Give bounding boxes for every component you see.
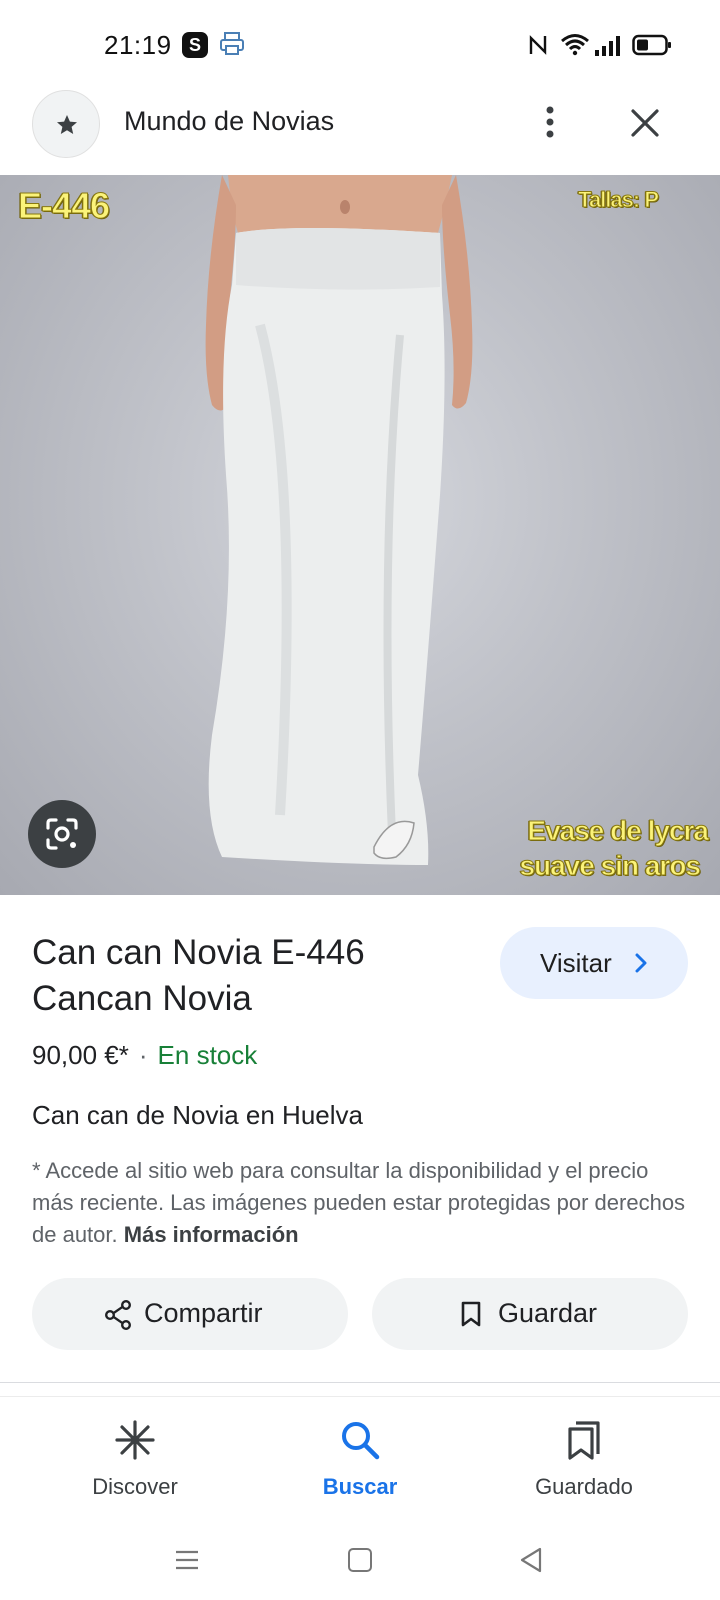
star-icon [57, 115, 77, 134]
visit-button[interactable]: Visitar [500, 927, 688, 999]
battery-icon [632, 34, 671, 56]
image-overlay-desc-line2: suave sin aros [519, 850, 702, 882]
page-header: Mundo de Novias [0, 88, 720, 174]
back-icon[interactable] [518, 1546, 544, 1574]
site-favicon[interactable] [32, 90, 100, 158]
product-image[interactable]: E-446 Tallas: P Evase de lycra suave sin… [0, 175, 720, 895]
nav-label-saved: Guardado [535, 1474, 633, 1499]
save-button-label: Guardar [498, 1298, 598, 1328]
separator-dot: · [138, 1040, 148, 1070]
save-button[interactable]: Guardar [372, 1278, 688, 1350]
nav-item-saved[interactable]: Guardado [484, 1418, 684, 1508]
home-icon[interactable] [348, 1548, 372, 1572]
site-title: Mundo de Novias [124, 106, 335, 136]
disclaimer-text: * Accede al sitio web para consultar la … [32, 1155, 692, 1251]
signal-icon [595, 36, 620, 56]
chevron-right-icon [635, 953, 647, 973]
product-photo-illustration [205, 175, 473, 865]
lens-camera-icon [46, 818, 78, 850]
content-divider [0, 1382, 720, 1383]
product-subtitle: Can can de Novia en Huelva [32, 1100, 363, 1130]
nfc-icon [529, 35, 547, 55]
availability-status: En stock [157, 1040, 258, 1070]
product-title[interactable]: Can can Novia E-446 Cancan Novia [32, 930, 472, 1022]
share-button[interactable]: Compartir [32, 1278, 348, 1350]
status-bar: 21:19 S [0, 0, 720, 88]
search-icon [342, 1422, 380, 1460]
recent-apps-icon[interactable] [174, 1548, 200, 1572]
saved-collections-icon [568, 1421, 600, 1460]
app-notification-icon: S [182, 32, 208, 58]
nav-item-discover[interactable]: Discover [35, 1418, 235, 1508]
nav-item-search[interactable]: Buscar [260, 1418, 460, 1508]
more-options-icon[interactable] [536, 102, 564, 142]
system-navigation-bar [0, 1520, 720, 1600]
price-row: 90,00 €* · En stock [32, 1040, 257, 1071]
bookmark-icon [461, 1301, 481, 1327]
image-overlay-desc-line1: Evase de lycra [527, 815, 710, 847]
price: 90,00 €* [32, 1040, 129, 1070]
print-icon [220, 32, 244, 55]
screen: 21:19 S Mundo de Novias E-446 Tallas: P … [0, 0, 720, 1600]
share-icon [105, 1300, 132, 1330]
status-time: 21:19 [104, 30, 172, 60]
bottom-navigation: Discover Buscar Guardado [0, 1400, 720, 1510]
share-button-label: Compartir [144, 1298, 263, 1328]
lens-search-button[interactable] [28, 800, 96, 868]
nav-top-border [0, 1396, 720, 1397]
nav-label-discover: Discover [92, 1474, 178, 1499]
wifi-icon [561, 34, 589, 56]
image-overlay-code: E-446 [17, 185, 110, 227]
image-overlay-sizes: Tallas: P [578, 187, 660, 213]
more-info-link[interactable]: Más información [124, 1222, 299, 1247]
nav-label-search: Buscar [322, 1474, 398, 1499]
visit-button-label: Visitar [540, 948, 612, 978]
discover-asterisk-icon [115, 1420, 155, 1460]
close-icon[interactable] [628, 106, 662, 140]
